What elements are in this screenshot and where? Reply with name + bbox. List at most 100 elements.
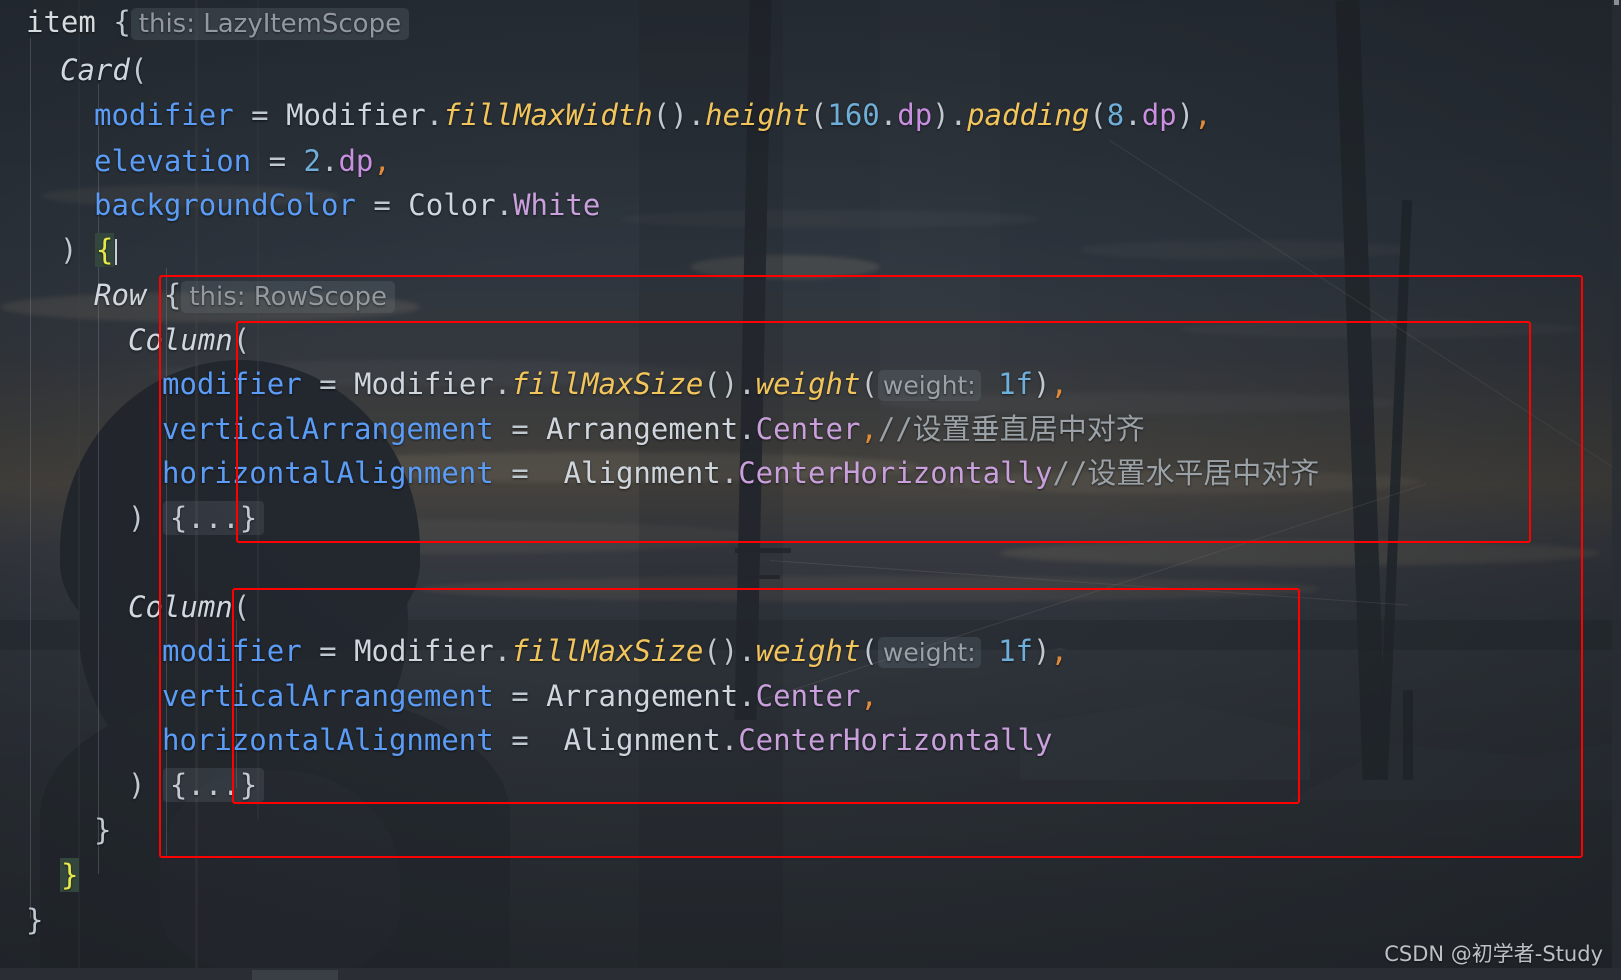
code-token: = (301, 367, 355, 401)
code-token: Column (128, 323, 233, 357)
code-line[interactable]: } (60, 858, 80, 892)
code-token: dp (897, 98, 933, 132)
inlay-hint[interactable]: this: RowScope (181, 281, 396, 313)
code-token: = (493, 723, 564, 757)
code-token: ) (1033, 634, 1051, 668)
code-token: . (949, 98, 968, 132)
code-token: Modifier (286, 98, 426, 132)
folded-block[interactable]: {...} (162, 768, 265, 802)
code-token: Card (60, 53, 130, 87)
code-token: padding (967, 98, 1090, 132)
code-token: Center (755, 412, 861, 446)
code-token: height (705, 98, 810, 132)
code-line[interactable]: } (26, 906, 43, 935)
code-line[interactable]: Card( (60, 56, 147, 85)
code-line[interactable]: verticalArrangement = Arrangement.Center… (162, 682, 878, 711)
code-token: ( (232, 590, 251, 624)
code-line[interactable]: horizontalAlignment = Alignment.CenterHo… (162, 459, 1319, 488)
code-token: ) (1176, 98, 1195, 132)
code-token: = (355, 188, 409, 222)
code-token: elevation (94, 144, 252, 178)
code-token: fillMaxSize (511, 367, 704, 401)
code-token: verticalArrangement (162, 412, 494, 446)
code-token: , (1050, 634, 1068, 668)
inlay-hint[interactable]: this: LazyItemScope (130, 8, 410, 40)
code-token: item (26, 5, 114, 39)
code-token: 1f (980, 367, 1034, 401)
code-comment: //设置垂直居中对齐 (877, 412, 1145, 446)
code-token: . (493, 367, 512, 401)
code-token: . (1124, 98, 1142, 132)
code-token: = (493, 412, 547, 446)
code-token: ( (129, 53, 148, 87)
code-line[interactable]: modifier = Modifier.fillMaxWidth().heigh… (94, 101, 1212, 130)
code-token: Color (408, 188, 496, 222)
inlay-hint[interactable]: weight: (877, 370, 981, 401)
code-token: } (26, 903, 44, 937)
code-token: . (687, 98, 706, 132)
code-token: ) (60, 233, 95, 267)
code-line[interactable]: elevation = 2.dp, (94, 147, 391, 176)
code-token: weight (755, 367, 861, 401)
code-token: , (373, 144, 391, 178)
code-line[interactable]: } (94, 816, 111, 845)
code-line[interactable]: backgroundColor = Color.White (94, 191, 600, 220)
code-token: = (493, 456, 564, 490)
code-line[interactable]: Row {this: RowScope (94, 278, 396, 313)
code-token: = (251, 144, 304, 178)
code-token: = (493, 679, 547, 713)
code-token: . (425, 98, 444, 132)
code-token: 1f (980, 634, 1034, 668)
code-token: fillMaxWidth (443, 98, 653, 132)
code-line[interactable]: Column( (128, 326, 250, 355)
code-editor-text-layer[interactable]: item {this: LazyItemScope Card(modifier =… (0, 0, 1621, 980)
code-token: 160 (827, 98, 880, 132)
code-token: ( (860, 367, 878, 401)
code-token: () (703, 367, 739, 401)
code-line[interactable]: item {this: LazyItemScope (26, 5, 410, 40)
code-token: () (652, 98, 688, 132)
code-line[interactable]: Column( (128, 593, 250, 622)
code-token: , (1050, 367, 1068, 401)
csdn-watermark: CSDN @初学者-Study (1384, 942, 1603, 966)
code-token: 8 (1106, 98, 1125, 132)
code-token: CenterHorizontally (738, 723, 1053, 757)
code-token: () (703, 634, 739, 668)
code-token: ) (128, 768, 163, 802)
code-token: modifier (94, 98, 234, 132)
code-token: ( (860, 634, 878, 668)
code-line[interactable]: verticalArrangement = Arrangement.Center… (162, 415, 1145, 444)
code-token: ( (809, 98, 828, 132)
code-line[interactable]: ) { (60, 233, 118, 267)
editor-scrollbar-rail[interactable] (1612, 0, 1621, 980)
code-line[interactable]: ) {...} (128, 768, 265, 802)
code-token: . (738, 679, 756, 713)
code-token: Row (94, 278, 147, 312)
code-token: weight (755, 634, 861, 668)
code-token: ( (1089, 98, 1107, 132)
code-token: fillMaxSize (511, 634, 704, 668)
code-token: , (1194, 98, 1212, 132)
code-line[interactable]: modifier = Modifier.fillMaxSize().weight… (162, 634, 1068, 668)
code-token: . (495, 188, 514, 222)
code-token: modifier (162, 367, 302, 401)
code-line[interactable]: modifier = Modifier.fillMaxSize().weight… (162, 367, 1068, 401)
code-line[interactable]: horizontalAlignment = Alignment.CenterHo… (162, 726, 1052, 755)
code-token: ) (128, 501, 163, 535)
code-token: Arrangement (546, 412, 739, 446)
code-line[interactable]: ) {...} (128, 501, 265, 535)
toolwindow-tab[interactable] (252, 970, 338, 980)
code-token: { (146, 278, 182, 312)
scrollbar-thumb[interactable] (1614, 0, 1619, 5)
folded-block[interactable]: {...} (162, 501, 265, 535)
code-token: Center (755, 679, 861, 713)
code-token: dp (1141, 98, 1177, 132)
code-token: = (233, 98, 287, 132)
code-token: . (738, 367, 756, 401)
code-token: = (301, 634, 355, 668)
code-token: } (94, 813, 112, 847)
inlay-hint[interactable]: weight: (877, 637, 981, 668)
code-token: CenterHorizontally (738, 456, 1053, 490)
code-token: Alignment (563, 456, 721, 490)
code-token: Modifier (354, 367, 494, 401)
